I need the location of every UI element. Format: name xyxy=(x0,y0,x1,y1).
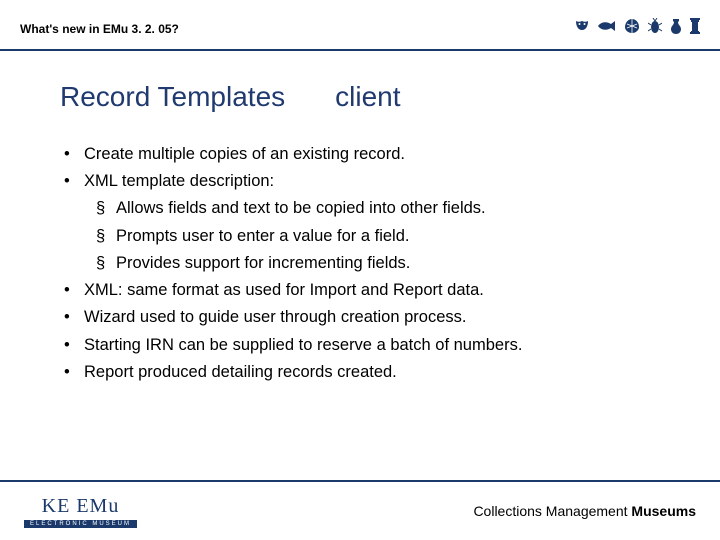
ke-emu-logo: KE EMu ELECTRONIC MUSEUM xyxy=(24,495,137,528)
bullet-text: Provides support for incrementing fields… xyxy=(116,254,410,272)
slide-header: What's new in EMu 3. 2. 05? xyxy=(0,0,720,51)
shell-icon xyxy=(624,18,640,39)
vase-icon xyxy=(670,18,682,39)
list-item: Report produced detailing records create… xyxy=(60,359,660,386)
slide-title: Record Templates client xyxy=(60,81,660,113)
bullet-text: Prompts user to enter a value for a fiel… xyxy=(116,227,409,245)
bullet-text: Starting IRN can be supplied to reserve … xyxy=(84,336,522,354)
logo-main-text: KE EMu xyxy=(42,495,120,518)
mask-icon xyxy=(574,18,590,39)
sub-bullet-list: Allows fields and text to be copied into… xyxy=(96,195,660,277)
slide-footer: KE EMu ELECTRONIC MUSEUM Collections Man… xyxy=(0,480,720,540)
list-item: XML: same format as used for Import and … xyxy=(60,277,660,304)
slide-body: Record Templates client Create multiple c… xyxy=(0,51,720,406)
column-icon xyxy=(690,18,700,39)
title-right: client xyxy=(335,81,400,112)
header-icon-row xyxy=(574,18,700,39)
bullet-text: XML: same format as used for Import and … xyxy=(84,281,484,299)
list-item: Provides support for incrementing fields… xyxy=(96,250,660,277)
footer-text-bold: Museums xyxy=(631,503,696,519)
fish-icon xyxy=(598,19,616,38)
header-title: What's new in EMu 3. 2. 05? xyxy=(20,22,179,36)
list-item: Prompts user to enter a value for a fiel… xyxy=(96,223,660,250)
list-item: XML template description: Allows fields … xyxy=(60,168,660,277)
bullet-text: Wizard used to guide user through creati… xyxy=(84,308,466,326)
bullet-text: Report produced detailing records create… xyxy=(84,363,397,381)
list-item: Create multiple copies of an existing re… xyxy=(60,141,660,168)
logo-sub-text: ELECTRONIC MUSEUM xyxy=(24,520,137,528)
bullet-list: Create multiple copies of an existing re… xyxy=(60,141,660,386)
list-item: Allows fields and text to be copied into… xyxy=(96,195,660,222)
insect-icon xyxy=(648,18,662,39)
footer-text-normal: Collections Management xyxy=(473,503,631,519)
bullet-text: Create multiple copies of an existing re… xyxy=(84,145,405,163)
bullet-text: XML template description: xyxy=(84,172,274,190)
bullet-text: Allows fields and text to be copied into… xyxy=(116,199,486,217)
list-item: Wizard used to guide user through creati… xyxy=(60,304,660,331)
list-item: Starting IRN can be supplied to reserve … xyxy=(60,332,660,359)
title-left: Record Templates xyxy=(60,81,285,112)
footer-caption: Collections Management Museums xyxy=(473,503,696,519)
